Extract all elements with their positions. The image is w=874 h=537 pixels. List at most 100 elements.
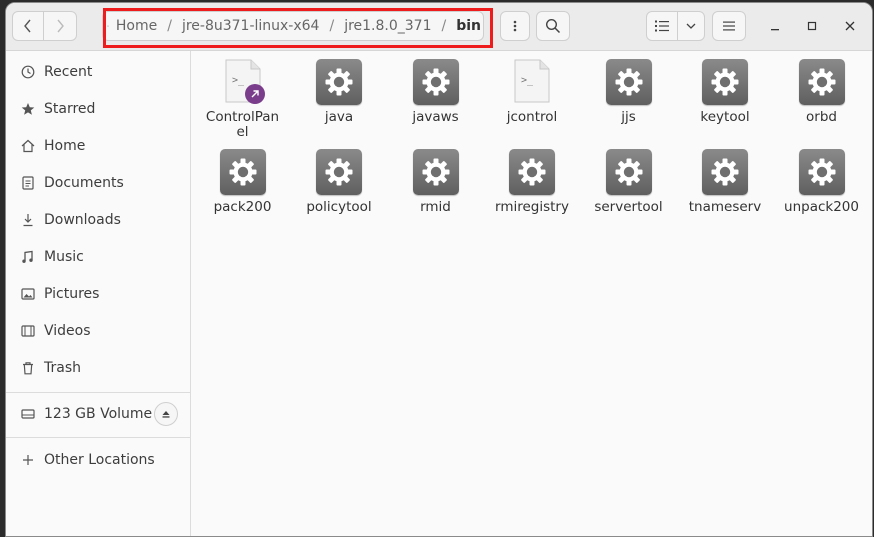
maximize-icon [807,21,817,31]
executable-gear-icon [605,148,653,196]
sidebar-item-recent[interactable]: Recent [6,55,190,89]
picture-icon [20,286,36,302]
file-name-label: jjs [621,109,636,125]
close-button[interactable] [841,17,859,35]
symlink-arrow-icon [244,84,265,104]
star-icon [20,101,36,117]
file-item-pack200[interactable]: pack200 [194,148,291,232]
sidebar-item-label: Music [44,249,84,265]
sidebar-item-downloads[interactable]: Downloads [6,203,190,237]
plus-icon [20,452,36,468]
sidebar-item-label: Trash [44,360,81,376]
main-menu-button[interactable] [712,11,746,41]
file-name-label: pack200 [213,199,272,215]
search-icon [545,18,561,34]
sidebar-item-trash[interactable]: Trash [6,351,190,385]
sidebar: Recent Starred Home Documents Downloads … [6,51,191,536]
search-button[interactable] [536,11,570,41]
path-menu-button[interactable] [500,11,530,41]
vertical-dots-icon [513,20,517,32]
chevron-left-icon [24,19,31,33]
file-item-keytool[interactable]: keytool [677,58,774,142]
executable-gear-icon [701,148,749,196]
path-segment-home[interactable]: Home [116,18,157,34]
minimize-button[interactable] [766,17,784,35]
download-icon [20,212,36,228]
file-item-orbd[interactable]: orbd [773,58,870,142]
eject-button[interactable] [154,402,178,426]
drive-icon [20,406,36,422]
file-name-label: javaws [412,109,459,125]
close-icon [845,21,855,31]
path-segment-jre-archive[interactable]: jre-8u371-linux-x64 [182,18,320,34]
sidebar-item-label: Videos [44,323,91,339]
file-item-jcontrol[interactable]: >_ jcontrol [484,58,581,142]
file-item-servertool[interactable]: servertool [580,148,677,232]
executable-gear-icon [701,58,749,106]
file-item-javaws[interactable]: javaws [387,58,484,142]
sidebar-item-videos[interactable]: Videos [6,314,190,348]
file-item-controlpanel[interactable]: >_ ControlPan el [194,58,291,142]
sidebar-item-label: Documents [44,175,124,191]
sidebar-item-music[interactable]: Music [6,240,190,274]
executable-gear-icon [798,148,846,196]
file-item-rmid[interactable]: rmid [387,148,484,232]
maximize-button[interactable] [803,17,821,35]
document-icon [20,175,36,191]
chevron-right-icon [57,19,64,33]
file-name-label: rmid [420,199,451,215]
sidebar-item-label: Starred [44,101,96,117]
sidebar-item-label: Downloads [44,212,121,228]
header-bar: Home / jre-8u371-linux-x64 / jre1.8.0_37… [6,3,872,51]
list-view-icon [655,20,669,32]
eject-icon [162,411,170,418]
path-segment-jre-version[interactable]: jre1.8.0_371 [344,18,431,34]
path-segment-current[interactable]: bin [456,18,481,34]
path-separator: / [441,18,447,34]
executable-gear-icon [315,148,363,196]
minimize-icon [771,29,779,31]
sidebar-item-pictures[interactable]: Pictures [6,277,190,311]
executable-gear-icon [412,148,460,196]
sidebar-item-label: 123 GB Volume [44,406,153,422]
sidebar-item-home[interactable]: Home [6,129,190,163]
executable-gear-icon [508,148,556,196]
path-separator: / [167,18,172,34]
file-item-tnameserv[interactable]: tnameserv [677,148,774,232]
file-name-label: jcontrol [506,109,558,125]
file-name-label: rmiregistry [495,199,569,215]
sidebar-item-label: Pictures [44,286,100,302]
executable-gear-icon [315,58,363,106]
sidebar-item-other-locations[interactable]: Other Locations [6,443,190,477]
file-name-label: unpack200 [784,199,859,215]
script-file-icon: >_ [219,58,267,106]
forward-button[interactable] [43,11,77,41]
file-name-label: tnameserv [688,199,762,215]
chevron-down-icon [686,23,696,29]
sidebar-item-documents[interactable]: Documents [6,166,190,200]
sidebar-divider [6,437,190,438]
executable-gear-icon [412,58,460,106]
file-name-label: keytool [700,109,750,125]
executable-gear-icon [798,58,846,106]
sidebar-item-starred[interactable]: Starred [6,92,190,126]
home-icon [107,25,109,27]
back-button[interactable] [12,11,44,41]
hamburger-icon [723,21,735,31]
trash-icon [20,360,36,376]
svg-text:>_: >_ [232,75,245,86]
view-options-button[interactable] [677,11,705,41]
file-name-label: java [324,109,354,125]
view-list-button[interactable] [646,11,678,41]
music-icon [20,249,36,265]
file-item-rmiregistry[interactable]: rmiregistry [484,148,581,232]
svg-text:>_: >_ [521,75,534,86]
file-item-policytool[interactable]: policytool [291,148,388,232]
file-item-unpack200[interactable]: unpack200 [773,148,870,232]
file-name-label: ControlPan el [205,109,280,140]
home-icon [20,138,36,154]
sidebar-item-volume[interactable]: 123 GB Volume [6,397,190,431]
file-item-jjs[interactable]: jjs [580,58,677,142]
executable-gear-icon [219,148,267,196]
file-item-java[interactable]: java [291,58,388,142]
